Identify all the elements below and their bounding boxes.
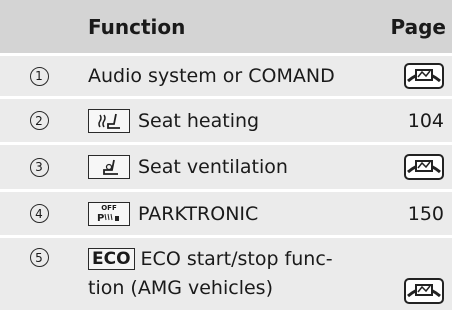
svg-text:P: P bbox=[97, 213, 104, 222]
row-function-line2: tion (AMG vehicles) bbox=[88, 277, 273, 299]
seat-ventilation-icon bbox=[88, 155, 130, 179]
header-page: Page bbox=[390, 14, 447, 39]
table-row: 5 ECO ECO start/stop func- tion (AMG veh… bbox=[0, 238, 452, 310]
table-header: Function Page bbox=[0, 0, 452, 53]
table-row: 2 Seat heating 104 bbox=[0, 99, 452, 142]
seat-heating-icon bbox=[88, 108, 130, 133]
row-number: 4 bbox=[29, 204, 49, 223]
row-page: 150 bbox=[407, 202, 444, 225]
row-number: 2 bbox=[29, 111, 49, 130]
table-row: 1 Audio system or COMAND bbox=[0, 56, 452, 96]
function-table: Function Page 1 Audio system or COMAND 2 bbox=[0, 0, 452, 310]
eco-icon: ECO bbox=[88, 248, 135, 270]
row-function: PARKTRONIC bbox=[138, 202, 259, 225]
row-page: 104 bbox=[407, 109, 444, 132]
table-row: 3 Seat ventilation bbox=[0, 145, 452, 189]
steering-wheel-display-icon bbox=[404, 63, 444, 89]
parktronic-off-icon: OFF P bbox=[88, 201, 130, 226]
steering-wheel-display-icon bbox=[404, 154, 444, 180]
row-function-line1: ECO start/stop func- bbox=[140, 248, 333, 270]
row-number: 1 bbox=[29, 66, 49, 86]
row-function: Seat ventilation bbox=[138, 156, 288, 178]
header-function: Function bbox=[88, 14, 186, 39]
table-row: 4 OFF P PARKTRONIC 150 bbox=[0, 192, 452, 235]
row-number: 3 bbox=[29, 157, 49, 177]
steering-wheel-display-icon bbox=[404, 278, 444, 304]
row-function: Seat heating bbox=[138, 109, 260, 132]
row-function: Audio system or COMAND bbox=[88, 65, 335, 87]
row-number: 5 bbox=[29, 248, 49, 267]
